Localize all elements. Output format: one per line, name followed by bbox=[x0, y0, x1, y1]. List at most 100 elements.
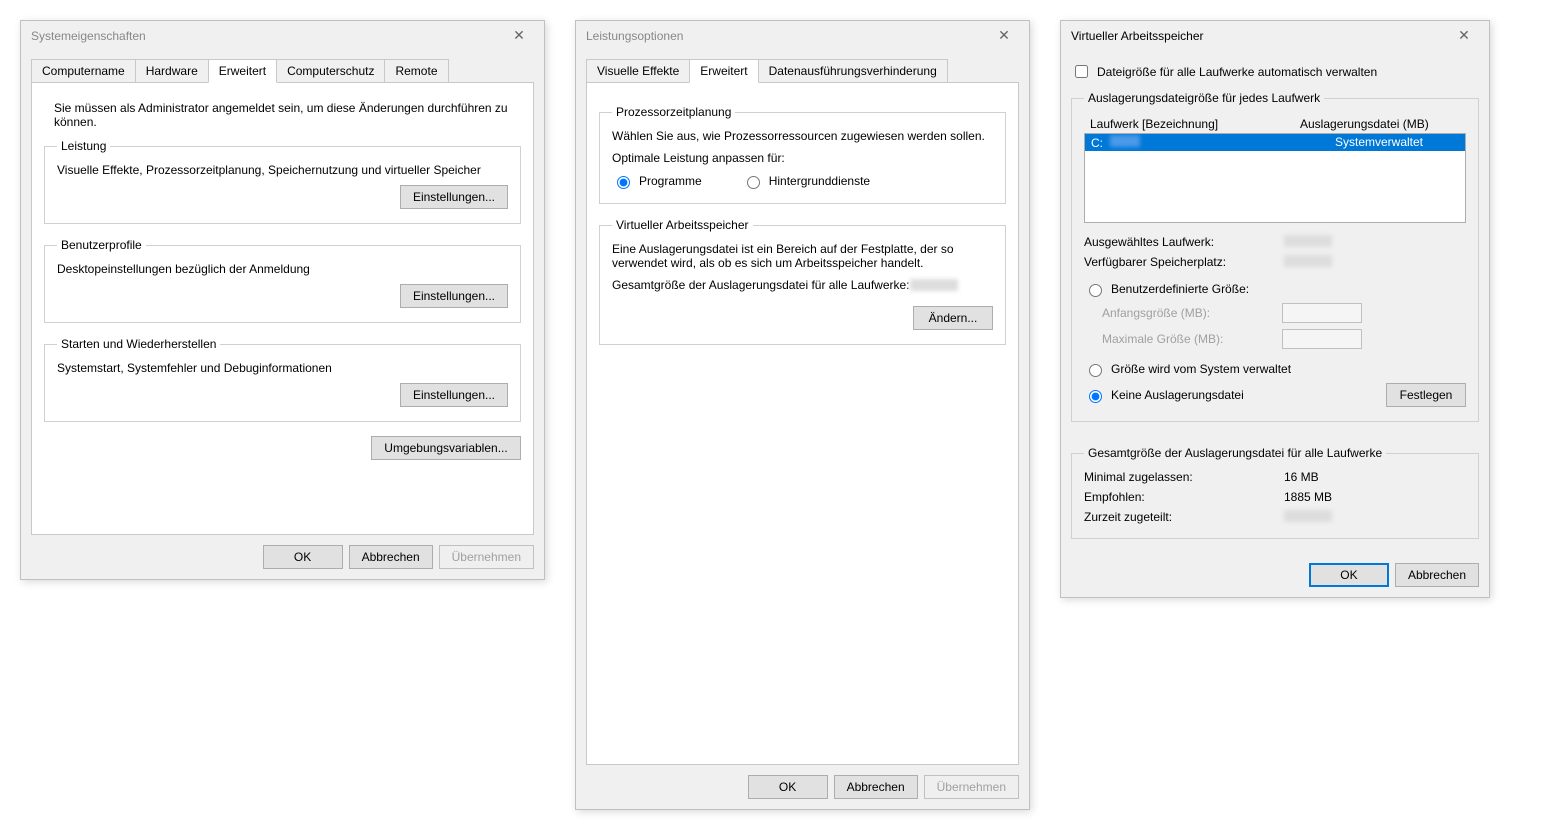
total-pagefile-label: Gesamtgröße der Auslagerungsdatei für al… bbox=[612, 278, 910, 292]
tab-erweitert[interactable]: Erweitert bbox=[208, 59, 277, 83]
tab-panel-erweitert: Prozessorzeitplanung Wählen Sie aus, wie… bbox=[586, 82, 1019, 765]
drive-listbox[interactable]: C: Systemverwaltet bbox=[1084, 133, 1466, 223]
recommended-label: Empfohlen: bbox=[1084, 490, 1284, 504]
selected-drive-label: Ausgewähltes Laufwerk: bbox=[1084, 235, 1284, 249]
currently-allocated-value-redacted bbox=[1284, 510, 1332, 522]
tab-remote[interactable]: Remote bbox=[384, 59, 448, 83]
dialog-title: Leistungsoptionen bbox=[586, 29, 683, 43]
min-allowed-label: Minimal zugelassen: bbox=[1084, 470, 1284, 484]
free-space-value-redacted bbox=[1284, 255, 1332, 267]
titlebar: Leistungsoptionen ✕ bbox=[576, 21, 1029, 50]
dialog-buttons: OK Abbrechen Übernehmen bbox=[31, 535, 534, 569]
auto-manage-checkbox[interactable]: Dateigröße für alle Laufwerke automatisc… bbox=[1071, 62, 1479, 81]
cancel-button[interactable]: Abbrechen bbox=[1395, 563, 1479, 587]
group-desc: Desktopeinstellungen bezüglich der Anmel… bbox=[57, 262, 508, 276]
userprofile-settings-button[interactable]: Einstellungen... bbox=[400, 284, 508, 308]
group-legend: Gesamtgröße der Auslagerungsdatei für al… bbox=[1084, 446, 1386, 460]
radio-label: Größe wird vom System verwaltet bbox=[1111, 362, 1291, 376]
admin-note: Sie müssen als Administrator angemeldet … bbox=[44, 95, 521, 129]
group-desc: Visuelle Effekte, Prozessorzeitplanung, … bbox=[57, 163, 508, 177]
group-desc: Eine Auslagerungsdatei ist ein Bereich a… bbox=[612, 242, 993, 270]
radio-custom-size[interactable]: Benutzerdefinierte Größe: bbox=[1084, 281, 1466, 297]
column-pagefile: Auslagerungsdatei (MB) bbox=[1300, 117, 1460, 131]
pagefile-status: Systemverwaltet bbox=[1299, 135, 1459, 150]
ok-button[interactable]: OK bbox=[1309, 563, 1389, 587]
environment-variables-button[interactable]: Umgebungsvariablen... bbox=[371, 436, 521, 460]
currently-allocated-label: Zurzeit zugeteilt: bbox=[1084, 510, 1284, 524]
titlebar: Virtueller Arbeitsspeicher ✕ bbox=[1061, 21, 1489, 50]
group-legend: Leistung bbox=[57, 139, 110, 153]
radio-background[interactable]: Hintergrunddienste bbox=[742, 173, 870, 189]
close-icon[interactable]: ✕ bbox=[1449, 27, 1479, 44]
radio-system-input[interactable] bbox=[1089, 364, 1102, 377]
radio-label: Programme bbox=[639, 174, 702, 188]
close-icon[interactable]: ✕ bbox=[989, 27, 1019, 44]
group-virtual-memory: Virtueller Arbeitsspeicher Eine Auslager… bbox=[599, 218, 1006, 345]
apply-button[interactable]: Übernehmen bbox=[439, 545, 534, 569]
group-legend: Virtueller Arbeitsspeicher bbox=[612, 218, 753, 232]
radio-custom-input[interactable] bbox=[1089, 284, 1102, 297]
group-processor-scheduling: Prozessorzeitplanung Wählen Sie aus, wie… bbox=[599, 105, 1006, 204]
selected-drive-value-redacted bbox=[1284, 235, 1332, 247]
total-pagefile-value-redacted bbox=[910, 279, 958, 291]
ok-button[interactable]: OK bbox=[263, 545, 343, 569]
group-desc: Wählen Sie aus, wie Prozessorressourcen … bbox=[612, 129, 993, 143]
initial-size-input bbox=[1282, 303, 1362, 323]
checkbox-label: Dateigröße für alle Laufwerke automatisc… bbox=[1097, 65, 1377, 79]
tab-dep[interactable]: Datenausführungsverhinderung bbox=[758, 59, 948, 83]
dialog-buttons: OK Abbrechen Übernehmen bbox=[586, 765, 1019, 799]
group-total-pagefile: Gesamtgröße der Auslagerungsdatei für al… bbox=[1071, 446, 1479, 539]
radio-programs-input[interactable] bbox=[617, 176, 630, 189]
dialog-buttons: OK Abbrechen bbox=[1071, 553, 1479, 587]
group-legend: Starten und Wiederherstellen bbox=[57, 337, 220, 351]
max-size-label: Maximale Größe (MB): bbox=[1102, 332, 1282, 346]
group-leistung: Leistung Visuelle Effekte, Prozessorzeit… bbox=[44, 139, 521, 224]
dialog-title: Virtueller Arbeitsspeicher bbox=[1071, 29, 1204, 43]
cancel-button[interactable]: Abbrechen bbox=[834, 775, 918, 799]
dialog-title: Systemeigenschaften bbox=[31, 29, 146, 43]
recommended-value: 1885 MB bbox=[1284, 490, 1332, 504]
apply-button[interactable]: Übernehmen bbox=[924, 775, 1019, 799]
column-drive: Laufwerk [Bezeichnung] bbox=[1090, 117, 1300, 131]
radio-label: Hintergrunddienste bbox=[769, 174, 870, 188]
max-size-input bbox=[1282, 329, 1362, 349]
group-legend: Benutzerprofile bbox=[57, 238, 146, 252]
tab-visuelle-effekte[interactable]: Visuelle Effekte bbox=[586, 59, 690, 83]
cancel-button[interactable]: Abbrechen bbox=[349, 545, 433, 569]
performance-settings-button[interactable]: Einstellungen... bbox=[400, 185, 508, 209]
adjust-for-label: Optimale Leistung anpassen für: bbox=[612, 151, 993, 165]
close-icon[interactable]: ✕ bbox=[504, 27, 534, 44]
list-item[interactable]: C: Systemverwaltet bbox=[1085, 134, 1465, 151]
radio-none-input[interactable] bbox=[1089, 390, 1102, 403]
tabstrip: Computername Hardware Erweitert Computer… bbox=[31, 59, 534, 83]
change-vm-button[interactable]: Ändern... bbox=[913, 306, 993, 330]
initial-size-label: Anfangsgröße (MB): bbox=[1102, 306, 1282, 320]
radio-background-input[interactable] bbox=[747, 176, 760, 189]
group-legend: Auslagerungsdateigröße für jedes Laufwer… bbox=[1084, 91, 1324, 105]
radio-system-managed[interactable]: Größe wird vom System verwaltet bbox=[1084, 361, 1466, 377]
system-properties-dialog: Systemeigenschaften ✕ Computername Hardw… bbox=[20, 20, 545, 580]
tab-panel-erweitert: Sie müssen als Administrator angemeldet … bbox=[31, 82, 534, 535]
group-per-drive: Auslagerungsdateigröße für jedes Laufwer… bbox=[1071, 91, 1479, 422]
group-benutzerprofile: Benutzerprofile Desktopeinstellungen bez… bbox=[44, 238, 521, 323]
free-space-label: Verfügbarer Speicherplatz: bbox=[1084, 255, 1284, 269]
tab-computerschutz[interactable]: Computerschutz bbox=[276, 59, 385, 83]
min-allowed-value: 16 MB bbox=[1284, 470, 1319, 484]
radio-label: Benutzerdefinierte Größe: bbox=[1111, 282, 1249, 296]
tabstrip: Visuelle Effekte Erweitert Datenausführu… bbox=[586, 59, 1019, 83]
set-button[interactable]: Festlegen bbox=[1386, 383, 1466, 407]
group-starten-wiederherstellen: Starten und Wiederherstellen Systemstart… bbox=[44, 337, 521, 422]
drive-letter: C: bbox=[1091, 136, 1103, 150]
auto-manage-input[interactable] bbox=[1075, 65, 1088, 78]
ok-button[interactable]: OK bbox=[748, 775, 828, 799]
radio-no-pagefile[interactable]: Keine Auslagerungsdatei bbox=[1084, 387, 1244, 403]
tab-hardware[interactable]: Hardware bbox=[135, 59, 209, 83]
startup-settings-button[interactable]: Einstellungen... bbox=[400, 383, 508, 407]
radio-programs[interactable]: Programme bbox=[612, 173, 702, 189]
tab-erweitert[interactable]: Erweitert bbox=[689, 59, 758, 83]
virtual-memory-dialog: Virtueller Arbeitsspeicher ✕ Dateigröße … bbox=[1060, 20, 1490, 598]
titlebar: Systemeigenschaften ✕ bbox=[21, 21, 544, 50]
performance-options-dialog: Leistungsoptionen ✕ Visuelle Effekte Erw… bbox=[575, 20, 1030, 810]
drive-label-redacted bbox=[1110, 135, 1140, 147]
tab-computername[interactable]: Computername bbox=[31, 59, 136, 83]
